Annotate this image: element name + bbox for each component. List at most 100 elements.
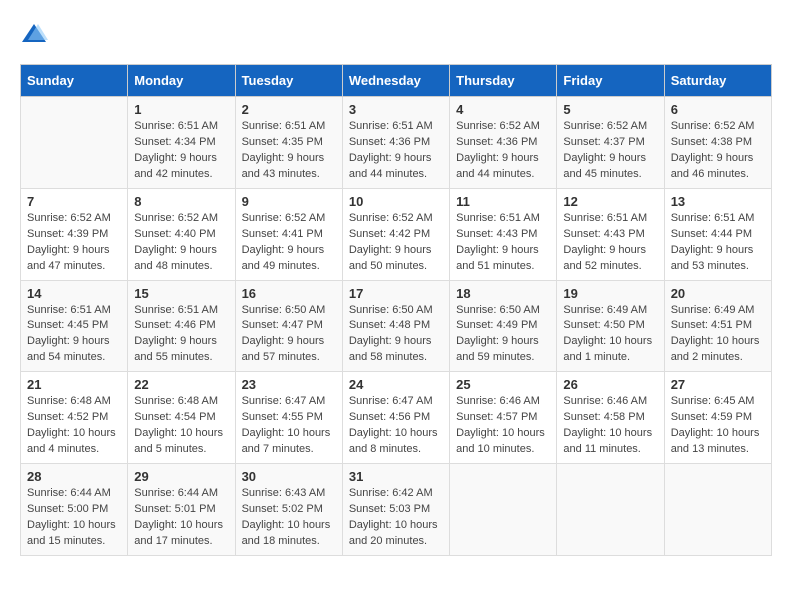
day-number: 3 (349, 102, 443, 117)
calendar-cell: 8 Sunrise: 6:52 AMSunset: 4:40 PMDayligh… (128, 188, 235, 280)
day-info: Sunrise: 6:51 AMSunset: 4:45 PMDaylight:… (27, 303, 121, 367)
calendar-body: 1 Sunrise: 6:51 AMSunset: 4:34 PMDayligh… (21, 97, 772, 556)
day-info: Sunrise: 6:42 AMSunset: 5:03 PMDaylight:… (349, 486, 443, 550)
header-day-sunday: Sunday (21, 65, 128, 97)
day-number: 20 (671, 286, 765, 301)
day-number: 16 (242, 286, 336, 301)
day-info: Sunrise: 6:47 AMSunset: 4:55 PMDaylight:… (242, 394, 336, 458)
day-number: 5 (563, 102, 657, 117)
day-info: Sunrise: 6:50 AMSunset: 4:47 PMDaylight:… (242, 303, 336, 367)
calendar-cell: 26 Sunrise: 6:46 AMSunset: 4:58 PMDaylig… (557, 372, 664, 464)
day-info: Sunrise: 6:51 AMSunset: 4:46 PMDaylight:… (134, 303, 228, 367)
calendar-week-4: 21 Sunrise: 6:48 AMSunset: 4:52 PMDaylig… (21, 372, 772, 464)
day-number: 23 (242, 377, 336, 392)
day-info: Sunrise: 6:50 AMSunset: 4:49 PMDaylight:… (456, 303, 550, 367)
day-info: Sunrise: 6:49 AMSunset: 4:50 PMDaylight:… (563, 303, 657, 367)
day-number: 24 (349, 377, 443, 392)
day-number: 6 (671, 102, 765, 117)
header-day-tuesday: Tuesday (235, 65, 342, 97)
day-info: Sunrise: 6:44 AMSunset: 5:01 PMDaylight:… (134, 486, 228, 550)
calendar-cell: 21 Sunrise: 6:48 AMSunset: 4:52 PMDaylig… (21, 372, 128, 464)
day-info: Sunrise: 6:44 AMSunset: 5:00 PMDaylight:… (27, 486, 121, 550)
calendar-cell: 4 Sunrise: 6:52 AMSunset: 4:36 PMDayligh… (450, 97, 557, 189)
calendar-cell (450, 464, 557, 556)
page-header (20, 20, 772, 48)
day-number: 22 (134, 377, 228, 392)
day-number: 13 (671, 194, 765, 209)
day-number: 9 (242, 194, 336, 209)
calendar-week-3: 14 Sunrise: 6:51 AMSunset: 4:45 PMDaylig… (21, 280, 772, 372)
day-info: Sunrise: 6:52 AMSunset: 4:41 PMDaylight:… (242, 211, 336, 275)
calendar-cell: 14 Sunrise: 6:51 AMSunset: 4:45 PMDaylig… (21, 280, 128, 372)
header-day-friday: Friday (557, 65, 664, 97)
day-info: Sunrise: 6:50 AMSunset: 4:48 PMDaylight:… (349, 303, 443, 367)
day-info: Sunrise: 6:51 AMSunset: 4:44 PMDaylight:… (671, 211, 765, 275)
day-info: Sunrise: 6:52 AMSunset: 4:42 PMDaylight:… (349, 211, 443, 275)
day-info: Sunrise: 6:43 AMSunset: 5:02 PMDaylight:… (242, 486, 336, 550)
day-info: Sunrise: 6:51 AMSunset: 4:43 PMDaylight:… (456, 211, 550, 275)
day-info: Sunrise: 6:52 AMSunset: 4:36 PMDaylight:… (456, 119, 550, 183)
header-day-wednesday: Wednesday (342, 65, 449, 97)
day-info: Sunrise: 6:49 AMSunset: 4:51 PMDaylight:… (671, 303, 765, 367)
day-number: 15 (134, 286, 228, 301)
calendar-header-row: SundayMondayTuesdayWednesdayThursdayFrid… (21, 65, 772, 97)
header-day-thursday: Thursday (450, 65, 557, 97)
day-number: 18 (456, 286, 550, 301)
day-number: 25 (456, 377, 550, 392)
calendar-cell: 7 Sunrise: 6:52 AMSunset: 4:39 PMDayligh… (21, 188, 128, 280)
calendar-table: SundayMondayTuesdayWednesdayThursdayFrid… (20, 64, 772, 556)
day-info: Sunrise: 6:48 AMSunset: 4:52 PMDaylight:… (27, 394, 121, 458)
day-number: 2 (242, 102, 336, 117)
calendar-cell (557, 464, 664, 556)
calendar-week-5: 28 Sunrise: 6:44 AMSunset: 5:00 PMDaylig… (21, 464, 772, 556)
calendar-cell: 11 Sunrise: 6:51 AMSunset: 4:43 PMDaylig… (450, 188, 557, 280)
day-number: 19 (563, 286, 657, 301)
calendar-cell: 20 Sunrise: 6:49 AMSunset: 4:51 PMDaylig… (664, 280, 771, 372)
day-number: 29 (134, 469, 228, 484)
calendar-cell: 13 Sunrise: 6:51 AMSunset: 4:44 PMDaylig… (664, 188, 771, 280)
day-info: Sunrise: 6:51 AMSunset: 4:34 PMDaylight:… (134, 119, 228, 183)
calendar-cell: 29 Sunrise: 6:44 AMSunset: 5:01 PMDaylig… (128, 464, 235, 556)
calendar-cell: 15 Sunrise: 6:51 AMSunset: 4:46 PMDaylig… (128, 280, 235, 372)
calendar-cell (664, 464, 771, 556)
day-number: 28 (27, 469, 121, 484)
day-info: Sunrise: 6:45 AMSunset: 4:59 PMDaylight:… (671, 394, 765, 458)
day-number: 7 (27, 194, 121, 209)
day-info: Sunrise: 6:51 AMSunset: 4:43 PMDaylight:… (563, 211, 657, 275)
day-number: 21 (27, 377, 121, 392)
calendar-cell: 28 Sunrise: 6:44 AMSunset: 5:00 PMDaylig… (21, 464, 128, 556)
calendar-cell: 10 Sunrise: 6:52 AMSunset: 4:42 PMDaylig… (342, 188, 449, 280)
calendar-cell: 25 Sunrise: 6:46 AMSunset: 4:57 PMDaylig… (450, 372, 557, 464)
day-number: 14 (27, 286, 121, 301)
day-number: 1 (134, 102, 228, 117)
day-number: 31 (349, 469, 443, 484)
calendar-cell: 5 Sunrise: 6:52 AMSunset: 4:37 PMDayligh… (557, 97, 664, 189)
day-info: Sunrise: 6:46 AMSunset: 4:58 PMDaylight:… (563, 394, 657, 458)
header-day-saturday: Saturday (664, 65, 771, 97)
calendar-cell: 16 Sunrise: 6:50 AMSunset: 4:47 PMDaylig… (235, 280, 342, 372)
day-info: Sunrise: 6:48 AMSunset: 4:54 PMDaylight:… (134, 394, 228, 458)
calendar-cell: 30 Sunrise: 6:43 AMSunset: 5:02 PMDaylig… (235, 464, 342, 556)
day-info: Sunrise: 6:47 AMSunset: 4:56 PMDaylight:… (349, 394, 443, 458)
day-number: 4 (456, 102, 550, 117)
day-info: Sunrise: 6:46 AMSunset: 4:57 PMDaylight:… (456, 394, 550, 458)
day-info: Sunrise: 6:52 AMSunset: 4:40 PMDaylight:… (134, 211, 228, 275)
day-number: 26 (563, 377, 657, 392)
calendar-cell: 17 Sunrise: 6:50 AMSunset: 4:48 PMDaylig… (342, 280, 449, 372)
day-number: 8 (134, 194, 228, 209)
calendar-cell: 9 Sunrise: 6:52 AMSunset: 4:41 PMDayligh… (235, 188, 342, 280)
calendar-week-1: 1 Sunrise: 6:51 AMSunset: 4:34 PMDayligh… (21, 97, 772, 189)
calendar-cell: 3 Sunrise: 6:51 AMSunset: 4:36 PMDayligh… (342, 97, 449, 189)
calendar-cell (21, 97, 128, 189)
logo-icon (20, 20, 48, 48)
calendar-cell: 18 Sunrise: 6:50 AMSunset: 4:49 PMDaylig… (450, 280, 557, 372)
calendar-cell: 22 Sunrise: 6:48 AMSunset: 4:54 PMDaylig… (128, 372, 235, 464)
day-number: 10 (349, 194, 443, 209)
header-day-monday: Monday (128, 65, 235, 97)
calendar-cell: 1 Sunrise: 6:51 AMSunset: 4:34 PMDayligh… (128, 97, 235, 189)
day-info: Sunrise: 6:52 AMSunset: 4:37 PMDaylight:… (563, 119, 657, 183)
day-number: 12 (563, 194, 657, 209)
day-info: Sunrise: 6:52 AMSunset: 4:39 PMDaylight:… (27, 211, 121, 275)
calendar-cell: 2 Sunrise: 6:51 AMSunset: 4:35 PMDayligh… (235, 97, 342, 189)
calendar-week-2: 7 Sunrise: 6:52 AMSunset: 4:39 PMDayligh… (21, 188, 772, 280)
